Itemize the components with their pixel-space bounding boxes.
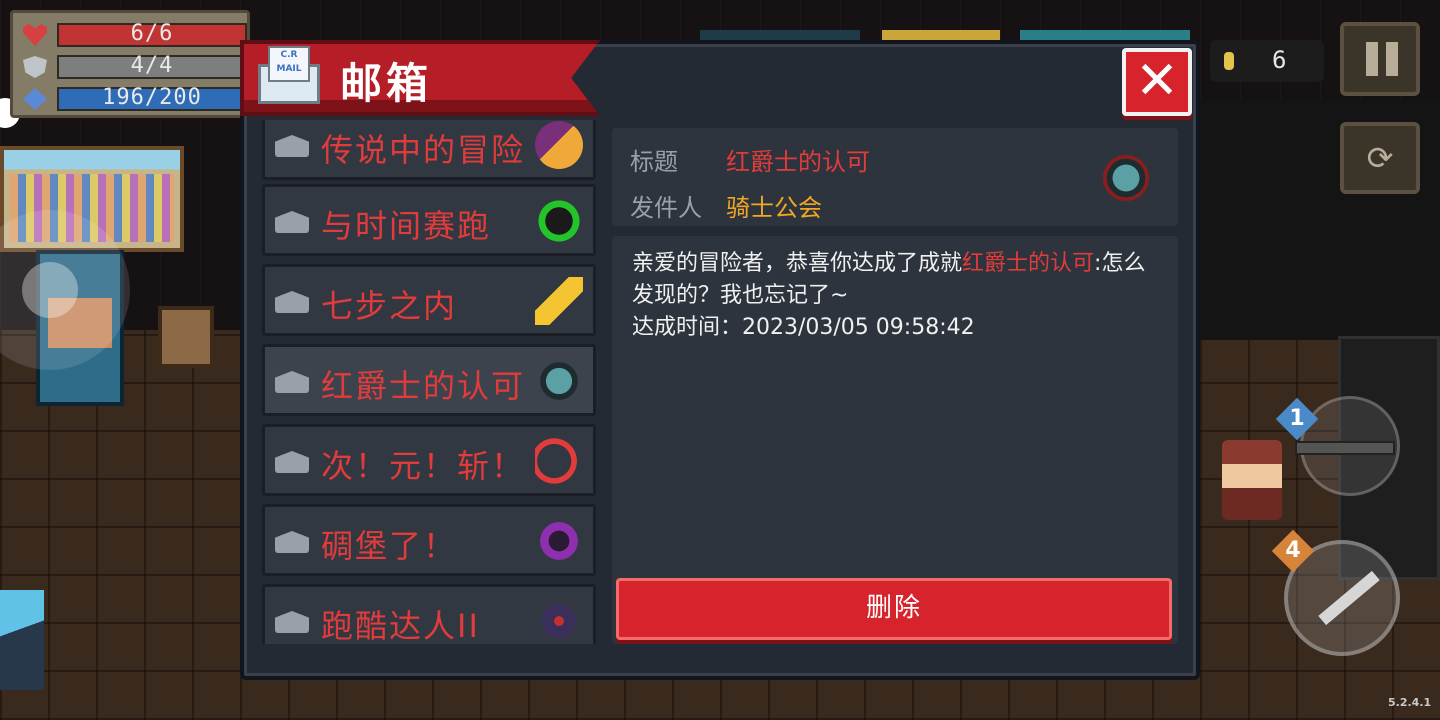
clock-icon xyxy=(535,197,583,245)
wooden-crate xyxy=(158,306,214,368)
sword-icon xyxy=(535,277,583,325)
energy-icon xyxy=(23,88,47,110)
pause-button[interactable] xyxy=(1340,22,1420,96)
sender-key: 发件人 xyxy=(630,194,702,222)
envelope-icon xyxy=(275,611,309,633)
envelope-icon xyxy=(275,291,309,313)
message-highlight: 红爵士的认可 xyxy=(962,251,1095,276)
rifle-icon xyxy=(1295,441,1395,455)
achievement-time: 达成时间：2023/03/05 09:58:42 xyxy=(632,315,975,340)
swap-icon: ⟳ xyxy=(1366,139,1394,177)
pause-icon-bar xyxy=(1386,42,1398,76)
mail-item-label: 与时间赛跑 xyxy=(321,207,492,245)
mail-paper: C.R MAIL xyxy=(268,46,310,82)
mail-item[interactable]: 跑酷达人II xyxy=(262,584,596,644)
blade-icon xyxy=(1318,570,1380,626)
npc-character xyxy=(1222,440,1282,520)
energy-row: 196/200 xyxy=(23,85,247,111)
close-button[interactable]: ✕ xyxy=(1122,48,1192,116)
pause-icon-bar xyxy=(1366,42,1378,76)
weapon-slot-badge: 1 xyxy=(1275,397,1319,441)
envelope-icon xyxy=(275,371,309,393)
heart-icon xyxy=(23,24,47,46)
mail-item-label: 传说中的冒险 xyxy=(321,131,526,169)
coin-counter: 6 xyxy=(1210,40,1324,82)
mail-detail-header: 标题 红爵士的认可 发件人 骑士公会 xyxy=(612,128,1178,226)
crescent-slash-icon xyxy=(535,437,583,485)
health-value: 6/6 xyxy=(130,21,174,46)
shield-icon xyxy=(23,56,47,78)
title-key: 标题 xyxy=(630,148,678,176)
envelope-icon xyxy=(275,135,309,157)
blue-spiky-character xyxy=(0,590,44,690)
mail-icon: C.R MAIL xyxy=(256,44,322,108)
mail-item-label: 次！元！斩！ xyxy=(321,447,526,485)
close-icon: ✕ xyxy=(1135,51,1179,111)
purple-monster-icon xyxy=(535,517,583,565)
envelope-icon xyxy=(275,531,309,553)
armor-value: 4/4 xyxy=(130,53,174,78)
coin-count: 6 xyxy=(1272,46,1287,74)
mail-item-label: 七步之内 xyxy=(321,287,458,325)
red-knight-helmet-icon xyxy=(535,357,583,405)
version-label: 5.2.4.1 xyxy=(1388,696,1432,709)
mail-list[interactable]: 传说中的冒险 与时间赛跑 七步之内 红爵士的认可 次！元！斩！ 碉堡了！ 跑酷达… xyxy=(258,120,600,644)
message-prefix: 亲爱的冒险者，恭喜你达成了成就 xyxy=(632,251,963,276)
armor-row: 4/4 xyxy=(23,53,247,79)
mail-item[interactable]: 与时间赛跑 xyxy=(262,184,596,256)
mail-item[interactable]: 碉堡了！ xyxy=(262,504,596,576)
mail-item-selected[interactable]: 红爵士的认可 xyxy=(262,344,596,416)
skill-charge-badge: 4 xyxy=(1271,529,1315,573)
coin-icon xyxy=(1224,52,1234,70)
mail-item[interactable]: 传说中的冒险 xyxy=(262,120,596,180)
title-value: 红爵士的认可 xyxy=(726,148,870,176)
mail-item-label: 碉堡了！ xyxy=(321,527,458,565)
legend-hero-icon xyxy=(535,121,583,169)
mail-item-label: 红爵士的认可 xyxy=(321,367,526,405)
delete-button[interactable]: 删除 xyxy=(616,578,1172,640)
ninja-icon xyxy=(535,597,583,644)
red-knight-helmet-icon xyxy=(1100,152,1152,204)
mail-message: 亲爱的冒险者，恭喜你达成了成就红爵士的认可:怎么发现的？我也忘记了~ xyxy=(632,248,1158,312)
envelope-icon xyxy=(275,211,309,233)
health-row: 6/6 xyxy=(23,21,247,47)
mail-item[interactable]: 次！元！斩！ xyxy=(262,424,596,496)
sender-value: 骑士公会 xyxy=(726,194,822,222)
player-stats-panel: 6/6 4/4 196/200 xyxy=(10,10,250,118)
mailbox-title: 邮箱 xyxy=(340,59,433,108)
joystick-knob[interactable] xyxy=(22,262,78,318)
energy-value: 196/200 xyxy=(102,85,202,110)
mail-item[interactable]: 七步之内 xyxy=(262,264,596,336)
envelope-icon xyxy=(275,451,309,473)
weapon-slot-button[interactable] xyxy=(1295,396,1400,496)
mail-item-label: 跑酷达人II xyxy=(321,607,480,644)
swap-character-button[interactable]: ⟳ xyxy=(1340,122,1420,194)
